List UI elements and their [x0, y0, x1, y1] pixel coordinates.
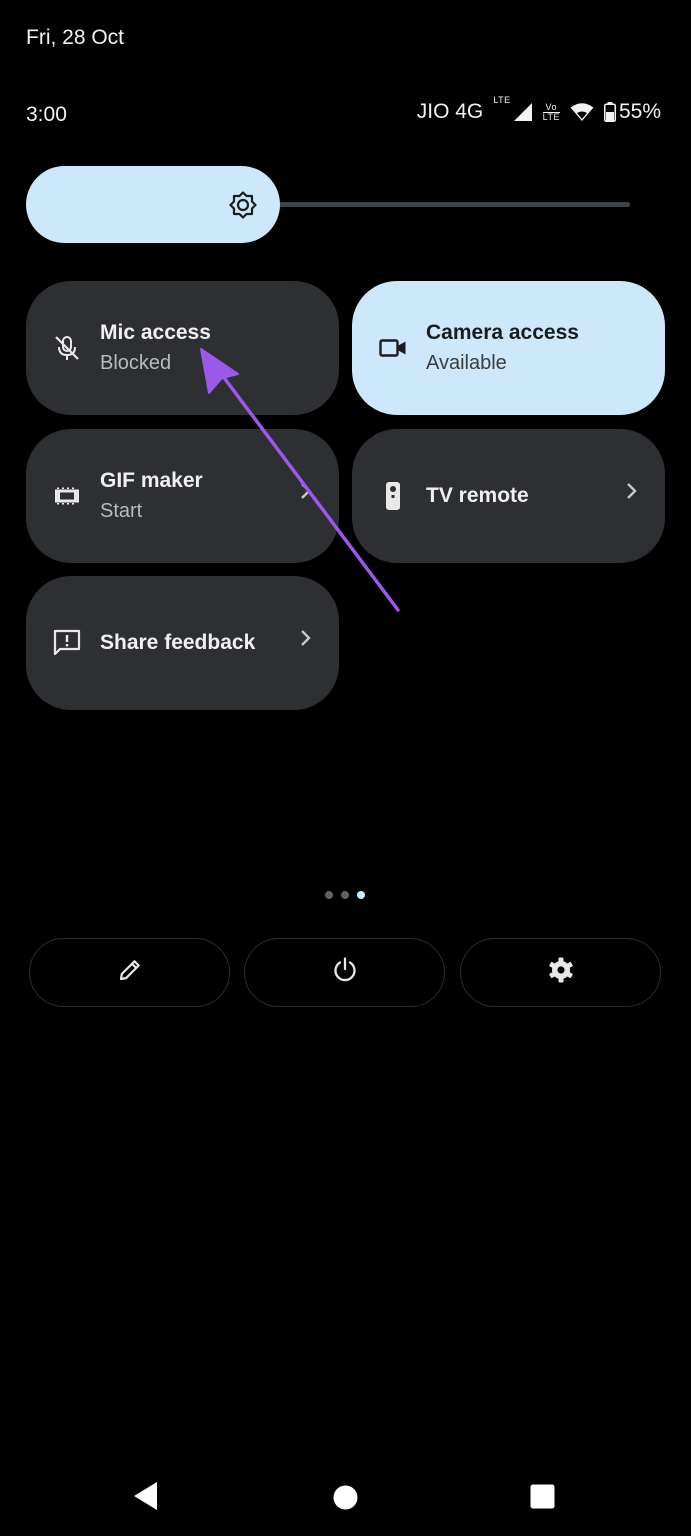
back-icon: [132, 1482, 160, 1516]
page-dot-current: [357, 891, 365, 899]
settings-icon: [547, 956, 575, 989]
edit-button[interactable]: [29, 938, 230, 1007]
nav-home-button[interactable]: [333, 1485, 358, 1515]
recents-icon: [530, 1484, 555, 1513]
nav-recents-button[interactable]: [530, 1484, 555, 1514]
nav-back-button[interactable]: [132, 1480, 160, 1517]
power-icon: [331, 956, 359, 989]
page-indicator: [325, 891, 365, 899]
home-icon: [333, 1485, 358, 1514]
settings-button[interactable]: [460, 938, 661, 1007]
annotation-arrow: [200, 348, 400, 612]
power-button[interactable]: [244, 938, 445, 1007]
page-dot: [341, 891, 349, 899]
page-dot: [325, 891, 333, 899]
edit-icon: [117, 957, 143, 988]
